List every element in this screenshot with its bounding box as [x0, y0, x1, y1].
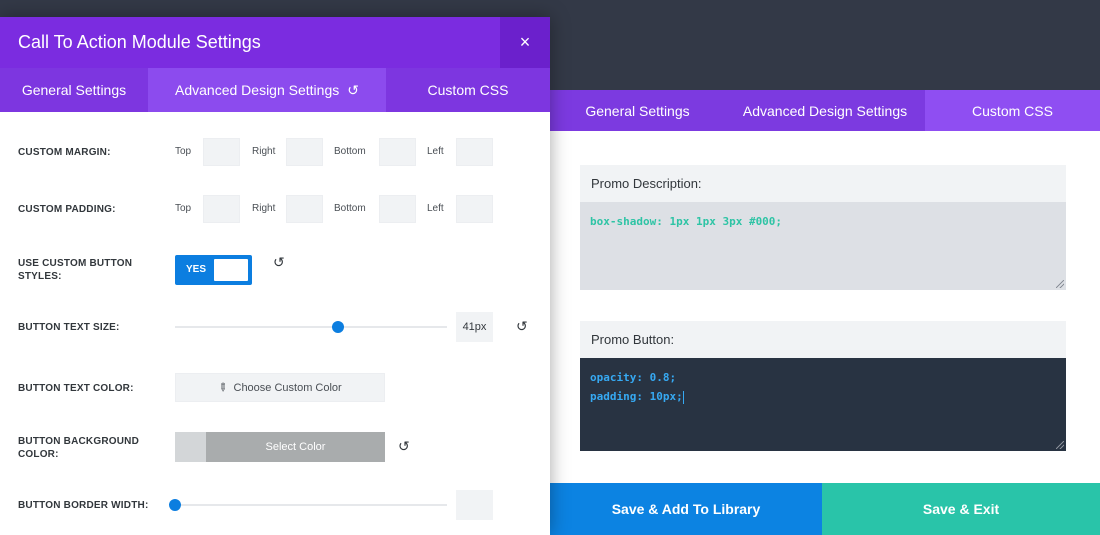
close-button[interactable]: ×	[500, 17, 550, 68]
promo-description-code: box-shadow: 1px 1px 3px #000;	[590, 215, 783, 228]
promo-button-textarea[interactable]: opacity: 0.8; padding: 10px;	[580, 358, 1066, 451]
slider-thumb[interactable]	[169, 499, 181, 511]
button-border-width-slider[interactable]	[169, 499, 447, 511]
padding-left-input[interactable]	[456, 195, 493, 223]
button-border-width-label: BUTTON BORDER WIDTH:	[18, 500, 149, 511]
margin-bottom-label: Bottom	[334, 146, 366, 157]
custom-padding-label: CUSTOM PADDING:	[18, 204, 116, 215]
promo-button-block: Promo Button: opacity: 0.8; padding: 10p…	[580, 321, 1066, 451]
button-text-color-label: BUTTON TEXT COLOR:	[18, 383, 134, 394]
promo-description-textarea[interactable]: box-shadow: 1px 1px 3px #000;	[580, 202, 1066, 290]
button-text-size-slider[interactable]	[175, 321, 447, 333]
padding-top-input[interactable]	[203, 195, 240, 223]
button-border-width-value[interactable]	[456, 490, 493, 520]
tab-general-settings[interactable]: General Settings	[0, 68, 148, 112]
footer-actions: Save & Add To Library Save & Exit	[550, 483, 1100, 535]
save-add-to-library-button[interactable]: Save & Add To Library	[550, 483, 822, 535]
reset-icon[interactable]: ↺	[347, 82, 359, 99]
resize-handle-icon[interactable]	[1056, 441, 1064, 449]
choose-custom-color-button[interactable]: ✎ Choose Custom Color	[175, 373, 385, 402]
button-text-size-value[interactable]: 41px	[456, 312, 493, 342]
modal-title: Call To Action Module Settings	[18, 32, 261, 52]
margin-left-label: Left	[427, 146, 444, 157]
tab-custom-css[interactable]: Custom CSS	[386, 68, 550, 112]
promo-description-label: Promo Description:	[580, 165, 1066, 202]
modal-tab-bar: General Settings Advanced Design Setting…	[0, 68, 550, 112]
tab-label: Advanced Design Settings	[175, 82, 340, 98]
button-bg-color-label: BUTTON BACKGROUND COLOR:	[18, 436, 139, 460]
select-color-button[interactable]: Select Color	[175, 432, 385, 462]
custom-button-styles-label: USE CUSTOM BUTTON STYLES:	[18, 258, 133, 282]
resize-handle-icon[interactable]	[1056, 280, 1064, 288]
margin-top-input[interactable]	[203, 138, 240, 166]
margin-right-label: Right	[252, 146, 276, 157]
reset-icon[interactable]: ↺	[516, 319, 528, 333]
reset-icon[interactable]: ↺	[398, 439, 410, 453]
slider-thumb[interactable]	[332, 321, 345, 333]
padding-bottom-label: Bottom	[334, 203, 366, 214]
modal-header: Call To Action Module Settings ×	[0, 17, 550, 68]
margin-right-input[interactable]	[286, 138, 323, 166]
toggle-knob	[214, 259, 248, 281]
margin-bottom-input[interactable]	[379, 138, 416, 166]
tab-advanced-design-settings[interactable]: Advanced Design Settings ↺	[148, 68, 386, 112]
save-exit-button[interactable]: Save & Exit	[822, 483, 1100, 535]
custom-margin-label: CUSTOM MARGIN:	[18, 147, 111, 158]
padding-top-label: Top	[175, 203, 192, 214]
close-icon: ×	[519, 32, 531, 52]
margin-top-label: Top	[175, 146, 192, 157]
reset-icon[interactable]: ↺	[273, 255, 285, 269]
padding-bottom-input[interactable]	[379, 195, 416, 223]
promo-button-code-line: padding: 10px;	[590, 390, 683, 403]
choose-custom-color-label: Choose Custom Color	[233, 381, 342, 394]
margin-left-input[interactable]	[456, 138, 493, 166]
eyedropper-icon: ✎	[215, 380, 231, 396]
select-color-label: Select Color	[206, 432, 385, 462]
promo-description-block: Promo Description: box-shadow: 1px 1px 3…	[580, 165, 1066, 290]
padding-right-input[interactable]	[286, 195, 323, 223]
button-text-size-label: BUTTON TEXT SIZE:	[18, 322, 120, 333]
color-swatch	[175, 432, 206, 462]
promo-button-label: Promo Button:	[580, 321, 1066, 358]
padding-left-label: Left	[427, 203, 444, 214]
custom-button-styles-toggle[interactable]: YES	[175, 255, 252, 285]
back-tab-custom-css[interactable]: Custom CSS	[925, 90, 1100, 131]
toggle-state-label: YES	[186, 264, 207, 275]
module-settings-modal: Call To Action Module Settings × General…	[0, 17, 550, 535]
padding-right-label: Right	[252, 203, 276, 214]
back-tab-advanced-design-settings[interactable]: Advanced Design Settings	[725, 90, 925, 131]
back-tab-bar: General Settings Advanced Design Setting…	[550, 90, 1100, 131]
promo-button-code-line: opacity: 0.8;	[590, 371, 677, 384]
text-cursor	[682, 390, 684, 404]
back-tab-general-settings[interactable]: General Settings	[550, 90, 725, 131]
